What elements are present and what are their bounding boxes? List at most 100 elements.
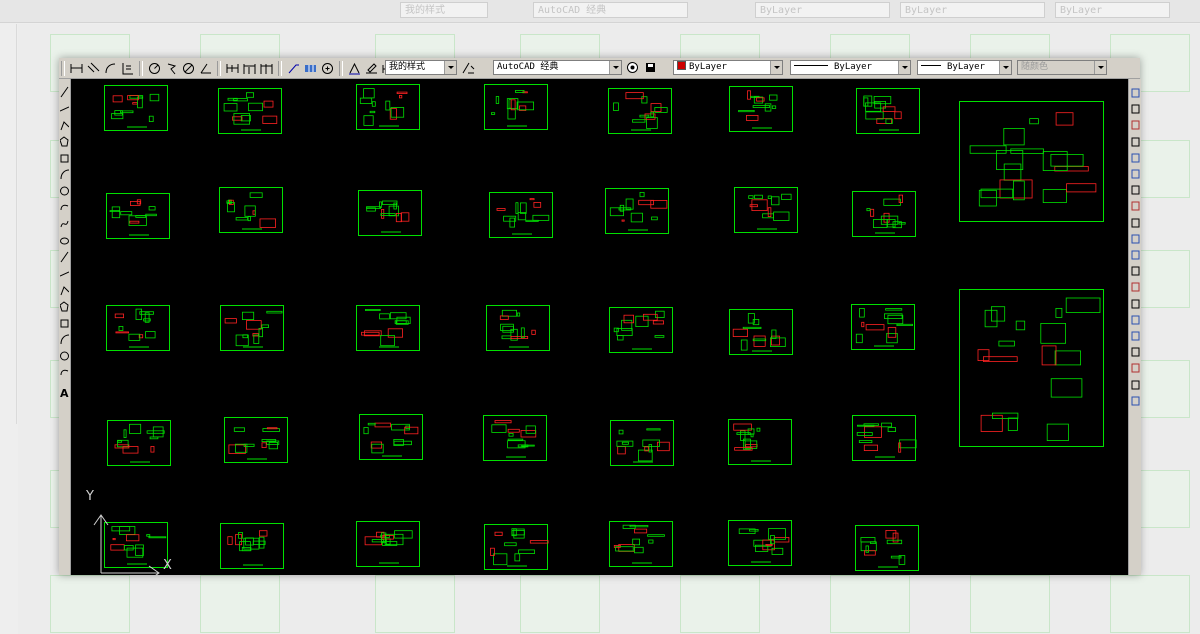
lineweight-combo[interactable]: ByLayer bbox=[917, 60, 1012, 75]
chevron-down-icon[interactable] bbox=[444, 61, 456, 74]
trim-icon[interactable] bbox=[1131, 231, 1140, 244]
revision-cloud-icon[interactable] bbox=[60, 201, 69, 213]
draw-order-icon[interactable] bbox=[1131, 344, 1140, 357]
hatch-icon[interactable] bbox=[60, 316, 69, 328]
match-icon[interactable] bbox=[1131, 393, 1140, 406]
center-mark-icon[interactable] bbox=[319, 60, 336, 77]
rotate-icon[interactable] bbox=[1131, 182, 1140, 195]
drawing-sheet[interactable] bbox=[359, 414, 423, 460]
chamfer-icon[interactable] bbox=[1131, 296, 1140, 309]
chevron-down-icon[interactable] bbox=[999, 61, 1011, 74]
drawing-sheet[interactable] bbox=[484, 524, 549, 570]
drawing-sheet[interactable] bbox=[852, 415, 917, 461]
ellipse-icon[interactable] bbox=[60, 234, 70, 246]
model-space-canvas[interactable]: YX bbox=[71, 79, 1128, 575]
ordinate-dimension-icon[interactable] bbox=[119, 60, 136, 77]
move-icon[interactable] bbox=[1131, 166, 1140, 179]
tolerance-icon[interactable] bbox=[302, 60, 319, 77]
point-icon[interactable] bbox=[59, 300, 69, 312]
drawing-sheet[interactable] bbox=[220, 305, 284, 351]
fillet-icon[interactable] bbox=[1131, 312, 1140, 325]
scale-icon[interactable] bbox=[1131, 198, 1140, 211]
drawing-sheet[interactable] bbox=[608, 88, 672, 134]
angular-dimension-icon[interactable] bbox=[197, 60, 214, 77]
extend-icon[interactable] bbox=[1131, 247, 1140, 260]
explode-icon[interactable] bbox=[1131, 328, 1140, 341]
chevron-down-icon[interactable] bbox=[898, 61, 910, 74]
drawing-sheet[interactable] bbox=[483, 415, 547, 461]
drawing-sheet[interactable] bbox=[489, 192, 553, 238]
drawing-sheet[interactable] bbox=[734, 187, 798, 233]
elevation-sheet[interactable] bbox=[959, 289, 1104, 447]
multiline-text-tool[interactable]: A bbox=[60, 387, 69, 400]
mirror-icon[interactable] bbox=[1131, 117, 1140, 130]
join-icon[interactable] bbox=[1131, 279, 1140, 292]
drawing-sheet[interactable] bbox=[729, 86, 793, 132]
arc-icon[interactable] bbox=[60, 168, 70, 180]
region-icon[interactable] bbox=[60, 349, 70, 361]
text-style-manager-icon[interactable] bbox=[460, 59, 477, 76]
drawing-sheet[interactable] bbox=[358, 190, 422, 236]
drawing-sheet[interactable] bbox=[605, 188, 669, 234]
properties-icon[interactable] bbox=[1131, 360, 1140, 373]
aligned-dimension-icon[interactable] bbox=[85, 60, 102, 77]
insert-block-icon[interactable] bbox=[59, 267, 70, 279]
continue-dimension-icon[interactable] bbox=[258, 60, 275, 77]
offset-icon[interactable] bbox=[1131, 134, 1140, 147]
radius-dimension-icon[interactable] bbox=[146, 60, 163, 77]
color-combo[interactable]: ByLayer bbox=[673, 60, 783, 75]
drawing-sheet[interactable] bbox=[356, 84, 420, 130]
drawing-sheet[interactable] bbox=[106, 193, 170, 239]
drawing-sheet[interactable] bbox=[224, 417, 288, 463]
layer-icon[interactable] bbox=[1131, 377, 1140, 390]
linetype-combo[interactable]: ByLayer bbox=[790, 60, 911, 75]
line-icon[interactable] bbox=[60, 85, 69, 98]
erase-icon[interactable] bbox=[1131, 85, 1140, 98]
drawing-sheet[interactable] bbox=[851, 304, 915, 350]
dimension-text-edit-icon[interactable] bbox=[363, 60, 380, 77]
spline-icon[interactable] bbox=[60, 217, 69, 229]
drawing-sheet[interactable] bbox=[609, 521, 673, 567]
gradient-icon[interactable] bbox=[60, 333, 70, 345]
stretch-icon[interactable] bbox=[1131, 215, 1140, 228]
copy-icon[interactable] bbox=[1131, 101, 1140, 114]
workspace-settings-icon[interactable] bbox=[624, 59, 641, 76]
elevation-sheet[interactable] bbox=[959, 101, 1104, 222]
drawing-sheet[interactable] bbox=[219, 187, 283, 233]
drawing-sheet[interactable] bbox=[728, 520, 792, 566]
workspace-save-icon[interactable] bbox=[642, 59, 659, 76]
drawing-sheet[interactable] bbox=[856, 88, 920, 134]
construction-line-icon[interactable] bbox=[59, 102, 70, 114]
drawing-sheet[interactable] bbox=[610, 420, 674, 466]
polyline-icon[interactable] bbox=[60, 118, 70, 131]
drawing-sheet[interactable] bbox=[486, 305, 550, 351]
drawing-sheet[interactable] bbox=[356, 305, 420, 351]
dimension-edit-icon[interactable] bbox=[346, 60, 363, 77]
linear-dimension-icon[interactable] bbox=[68, 60, 85, 77]
rectangle-icon[interactable] bbox=[60, 151, 69, 163]
break-icon[interactable] bbox=[1131, 263, 1140, 276]
drawing-sheet[interactable] bbox=[609, 307, 673, 353]
diameter-dimension-icon[interactable] bbox=[180, 60, 197, 77]
drawing-sheet[interactable] bbox=[356, 521, 420, 567]
arc-length-icon[interactable] bbox=[102, 60, 119, 77]
drawing-sheet[interactable] bbox=[855, 525, 919, 571]
chevron-down-icon[interactable] bbox=[770, 61, 782, 74]
drawing-sheet[interactable] bbox=[728, 419, 792, 465]
jogged-dimension-icon[interactable] bbox=[163, 60, 180, 77]
baseline-dimension-icon[interactable] bbox=[241, 60, 258, 77]
drawing-sheet[interactable] bbox=[104, 85, 168, 131]
make-block-icon[interactable] bbox=[60, 283, 70, 296]
workspace-combo[interactable]: AutoCAD 经典 bbox=[493, 60, 622, 75]
drawing-sheet[interactable] bbox=[220, 523, 284, 569]
leader-icon[interactable] bbox=[285, 60, 302, 77]
drawing-sheet[interactable] bbox=[852, 191, 916, 237]
circle-icon[interactable] bbox=[60, 184, 70, 196]
drawing-sheet[interactable] bbox=[729, 309, 793, 355]
ellipse-arc-icon[interactable] bbox=[60, 250, 69, 263]
drawing-sheet[interactable] bbox=[484, 84, 548, 130]
table-icon[interactable] bbox=[60, 366, 69, 378]
array-icon[interactable] bbox=[1131, 150, 1140, 163]
chevron-down-icon[interactable] bbox=[609, 61, 621, 74]
drawing-sheet[interactable] bbox=[107, 420, 171, 466]
